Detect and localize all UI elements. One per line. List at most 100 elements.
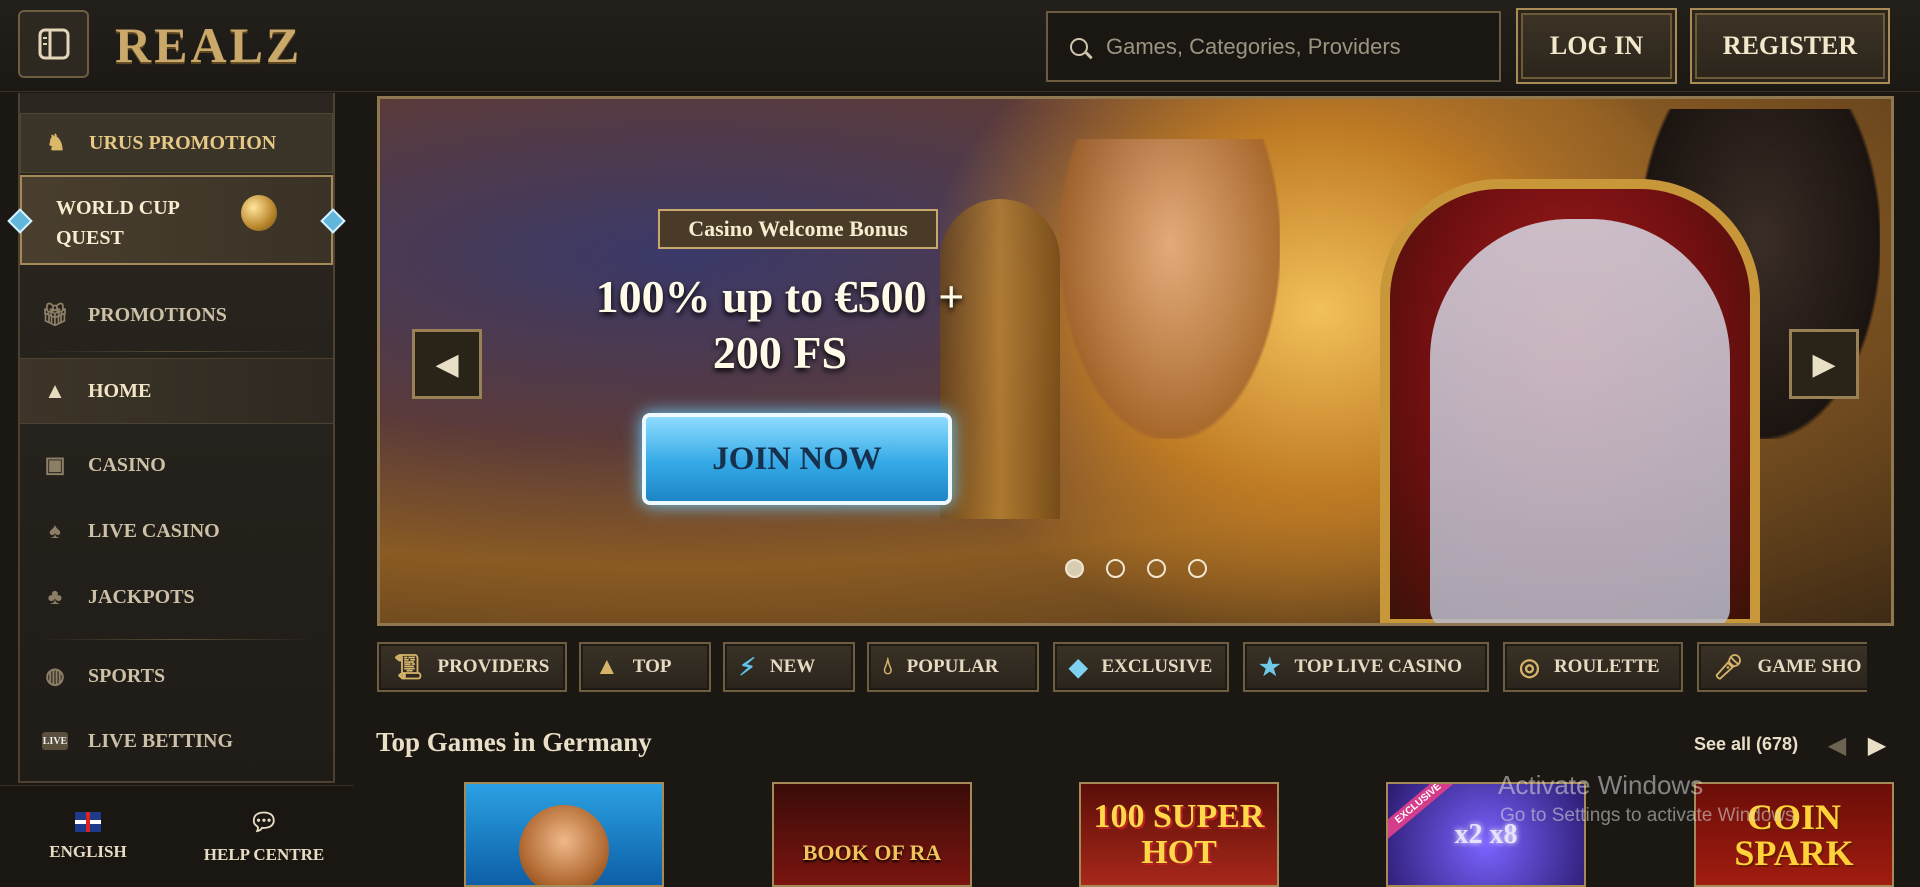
category-bar: 📜︎ PROVIDERS ▲ TOP ⚡︎ NEW 💧︎ POPULAR ◆ EXCLUS… (377, 642, 1867, 694)
games-prev-button[interactable]: ◀ (1822, 728, 1852, 762)
game-character-art (519, 804, 609, 885)
game-tile[interactable] (464, 782, 664, 887)
category-popular[interactable]: 💧︎ POPULAR (867, 642, 1039, 692)
scroll-icon: 📜︎ (393, 654, 424, 681)
category-exclusive[interactable]: ◆ EXCLUSIVE (1053, 642, 1229, 692)
windows-activation-watermark: Activate Windows Go to Settings to activ… (1498, 770, 1800, 827)
worldcup-line1: WORLD CUP (56, 197, 180, 219)
sidebar-item-label: PROMOTIONS (88, 303, 227, 326)
diamond-icon: ◆ (1069, 654, 1088, 681)
search-bar[interactable] (1046, 11, 1501, 82)
category-label: GAME SHO (1757, 656, 1862, 677)
category-top[interactable]: ▲ TOP (579, 642, 711, 692)
help-label: HELP CENTRE (203, 845, 325, 864)
banner-next-button[interactable]: ▶ (1789, 329, 1859, 399)
gift-icon: 🎁︎ (41, 302, 69, 327)
sidebar-item-urus-promotion[interactable]: ♞ URUS PROMOTION (20, 113, 333, 173)
sidebar-item-label: CASINO (88, 453, 166, 476)
game-tile[interactable]: BOOK OF RA (772, 782, 972, 887)
category-providers[interactable]: 📜︎ PROVIDERS (377, 642, 567, 692)
sidebar-item-label: JACKPOTS (88, 585, 195, 608)
slot-machine-icon: ▣ (44, 452, 66, 477)
logo[interactable]: REALZ (115, 16, 302, 74)
chevron-right-icon: ▶ (1867, 731, 1887, 759)
watermark-subtitle: Go to Settings to activate Windows. (1500, 805, 1800, 826)
category-label: TOP (632, 656, 672, 677)
search-input[interactable] (1106, 33, 1486, 60)
bonus-tag: Casino Welcome Bonus (658, 209, 938, 249)
search-icon (1070, 37, 1088, 56)
category-label: NEW (769, 656, 816, 677)
register-button[interactable]: REGISTER (1690, 8, 1890, 84)
banner-prev-button[interactable]: ◀ (412, 329, 482, 399)
sidebar-item-label: LIVE BETTING (88, 729, 234, 752)
game-tile[interactable]: 100 SUPER HOT (1079, 782, 1279, 887)
pagination-dot[interactable] (1065, 559, 1084, 578)
bull-icon: ♞ (46, 130, 66, 155)
sidebar-item-label: HOME (88, 379, 152, 402)
sidebar-item-live-betting[interactable]: LIVE LIVE BETTING (20, 713, 333, 769)
sidebar-item-sports[interactable]: ◍ SPORTS (20, 646, 333, 706)
category-label: PROVIDERS (437, 656, 550, 677)
banner-pharaoh-figure (1430, 219, 1730, 623)
pyramid-icon: ▲ (44, 378, 66, 403)
section-title: Top Games in Germany (376, 727, 652, 757)
games-next-button[interactable]: ▶ (1862, 728, 1892, 762)
sidebar-item-live-casino[interactable]: ♠ LIVE CASINO (20, 501, 333, 561)
promo-banner[interactable]: Casino Welcome Bonus 100% up to €500 + 2… (377, 96, 1894, 626)
lightning-icon: ⚡︎ (739, 654, 756, 681)
sidebar-item-casino[interactable]: ▣ CASINO (20, 435, 333, 495)
sidebar: ♞ URUS PROMOTION WORLD CUP QUEST 🎁︎ PROM… (7, 93, 346, 783)
language-label: ENGLISH (49, 841, 127, 861)
login-button[interactable]: LOG IN (1516, 8, 1677, 84)
bonus-headline: 100% up to €500 + 200 FS (580, 269, 980, 381)
microphone-icon: 🎤︎ (1713, 654, 1744, 681)
category-game-shows[interactable]: 🎤︎ GAME SHO (1697, 642, 1867, 692)
category-label: EXCLUSIVE (1101, 656, 1213, 677)
bonus-line2: 200 FS (712, 327, 848, 378)
language-selector[interactable]: ENGLISH (0, 786, 176, 887)
game-title: BOOK OF RA (802, 839, 942, 865)
chevron-left-icon: ◀ (1827, 731, 1847, 759)
sidebar-item-home[interactable]: ▲ HOME (20, 358, 333, 424)
top-bar: REALZ LOG IN REGISTER (0, 0, 1920, 92)
see-all-link[interactable]: See all (678) (1694, 734, 1798, 755)
arrow-left-icon: ◀ (435, 347, 459, 381)
sidebar-item-label: LIVE CASINO (88, 519, 220, 542)
uk-flag-icon (75, 811, 101, 832)
menu-toggle-button[interactable] (18, 10, 89, 78)
category-label: ROULETTE (1553, 656, 1660, 677)
card-icon: ♠ (49, 518, 61, 543)
trophy-icon (241, 195, 277, 231)
chat-bubble-icon: 💬︎ (248, 810, 280, 836)
clover-icon: ♣ (47, 584, 63, 609)
category-top-live-casino[interactable]: ★ TOP LIVE CASINO (1243, 642, 1489, 692)
pagination-dot[interactable] (1106, 559, 1125, 578)
help-centre-button[interactable]: 💬︎ HELP CENTRE (176, 786, 352, 887)
category-new[interactable]: ⚡︎ NEW (723, 642, 855, 692)
divider (40, 351, 315, 352)
sidebar-item-label: URUS PROMOTION (89, 131, 277, 154)
watermark-title: Activate Windows (1498, 770, 1704, 800)
divider (40, 639, 315, 640)
sidebar-item-jackpots[interactable]: ♣ JACKPOTS (20, 567, 333, 627)
roulette-icon: ◎ (1519, 654, 1540, 681)
sidebar-item-world-cup-quest[interactable]: WORLD CUP QUEST (7, 175, 346, 265)
banner-pagination (1065, 559, 1207, 578)
worldcup-line2: QUEST (56, 227, 124, 249)
pagination-dot[interactable] (1147, 559, 1166, 578)
sidebar-footer: ENGLISH 💬︎ HELP CENTRE (0, 785, 353, 887)
join-now-button[interactable]: JOIN NOW (642, 413, 952, 505)
pyramid-icon: ▲ (595, 653, 619, 680)
pagination-dot[interactable] (1188, 559, 1207, 578)
exclusive-badge: EXCLUSIVE (1388, 784, 1461, 841)
category-label: POPULAR (906, 656, 999, 677)
ball-icon: ◍ (45, 663, 65, 688)
category-roulette[interactable]: ◎ ROULETTE (1503, 642, 1683, 692)
live-icon: LIVE (42, 732, 68, 750)
sidebar-item-promotions[interactable]: 🎁︎ PROMOTIONS (20, 285, 333, 345)
diamond-left-icon (7, 208, 33, 234)
category-label: TOP LIVE CASINO (1294, 656, 1463, 677)
drop-icon: 💧︎ (883, 653, 893, 680)
sidebar-item-label: SPORTS (88, 664, 166, 687)
